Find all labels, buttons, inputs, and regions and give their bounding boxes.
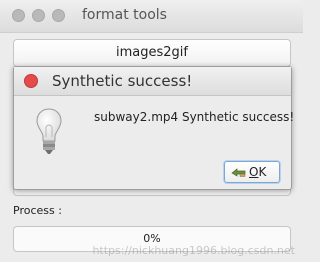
ok-button[interactable]: OK: [224, 161, 280, 183]
minimize-window-button[interactable]: [32, 9, 45, 22]
watermark: https://nickhuang1996.blog.csdn.net: [92, 244, 295, 257]
window-titlebar: format tools: [0, 0, 303, 33]
dialog-message: subway2.mp4 Synthetic success!: [94, 110, 295, 124]
dialog-titlebar: Synthetic success!: [14, 67, 291, 96]
maximize-window-button[interactable]: [52, 9, 65, 22]
process-label: Process :: [13, 204, 62, 217]
ok-button-label: OK: [249, 162, 266, 182]
dialog-close-button[interactable]: [24, 74, 38, 88]
images2gif-button[interactable]: images2gif: [13, 39, 291, 67]
success-dialog: Synthetic success! subway2.mp4 Synthetic…: [13, 66, 295, 190]
ok-hand-icon: [231, 168, 246, 177]
ok-label-rest: K: [258, 165, 267, 179]
window-title: format tools: [82, 7, 167, 23]
lightbulb-icon: [36, 108, 62, 154]
dialog-title: Synthetic success!: [52, 72, 193, 90]
close-window-button[interactable]: [12, 9, 25, 22]
